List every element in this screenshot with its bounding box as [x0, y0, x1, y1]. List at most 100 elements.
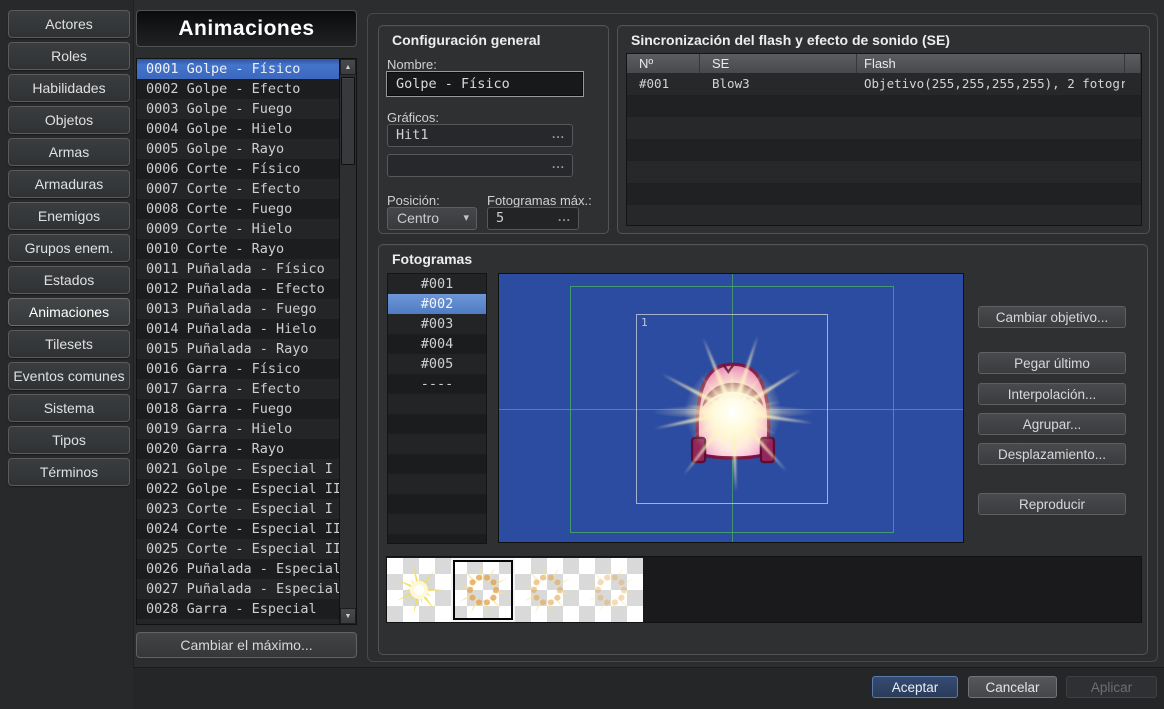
group-title: Sincronización del flash y efecto de son…: [631, 32, 950, 48]
cell-thumbnail-1[interactable]: [387, 558, 451, 622]
chevron-down-icon: ▾: [463, 208, 469, 229]
animation-list-item[interactable]: 0026 Puñalada - Especial I: [137, 559, 340, 579]
animation-list-item[interactable]: 0019 Garra - Hielo: [137, 419, 340, 439]
sidebar-item-tipos[interactable]: Tipos: [8, 426, 130, 454]
max-frames-field[interactable]: 5 ...: [487, 207, 579, 230]
sidebar-item-enemigos[interactable]: Enemigos: [8, 202, 130, 230]
scrollbar-down-icon[interactable]: ▼: [340, 608, 356, 624]
database-category-sidebar: Actores Roles Habilidades Objetos Armas Armad…: [8, 10, 130, 486]
interpolate-button[interactable]: Interpolación...: [978, 383, 1126, 405]
animation-list-item[interactable]: 0017 Garra - Efecto: [137, 379, 340, 399]
graphic2-field[interactable]: ...: [387, 154, 573, 177]
position-value: Centro: [397, 210, 439, 226]
animation-list-item[interactable]: 0020 Garra - Rayo: [137, 439, 340, 459]
cell-thumbnail-2[interactable]: [451, 558, 515, 622]
scrollbar-thumb[interactable]: [341, 77, 355, 165]
graphic1-field[interactable]: Hit1 ...: [387, 124, 573, 147]
graphics-label: Gráficos:: [387, 110, 439, 125]
animation-list-item[interactable]: 0018 Garra - Fuego: [137, 399, 340, 419]
animation-list-item[interactable]: 0013 Puñalada - Fuego: [137, 299, 340, 319]
animation-list-item[interactable]: 0003 Golpe - Fuego: [137, 99, 340, 119]
animation-list[interactable]: 0001 Golpe - Físico0002 Golpe - Efecto00…: [136, 58, 357, 625]
change-target-button[interactable]: Cambiar objetivo...: [978, 306, 1126, 328]
sync-table[interactable]: Nº SE Flash #001Blow3Objetivo(255,255,25…: [626, 53, 1142, 226]
animation-list-item[interactable]: 0009 Corte - Hielo: [137, 219, 340, 239]
sidebar-item-armaduras[interactable]: Armaduras: [8, 170, 130, 198]
sidebar-item-grupos-enem[interactable]: Grupos enem.: [8, 234, 130, 262]
scrollbar-up-icon[interactable]: ▲: [340, 59, 356, 75]
animation-list-item[interactable]: 0008 Corte - Fuego: [137, 199, 340, 219]
animation-list-scrollbar[interactable]: ▲ ▼: [339, 59, 356, 624]
frame-list-item[interactable]: #005: [388, 354, 486, 374]
position-label: Posición:: [387, 193, 440, 208]
group-title: Configuración general: [392, 32, 541, 48]
animation-list-item[interactable]: 0025 Corte - Especial III: [137, 539, 340, 559]
frames-group: Fotogramas #001#002#003#004#005---- 1: [378, 244, 1148, 655]
sync-cell: Objetivo(255,255,255,255), 2 fotogramas: [857, 73, 1125, 95]
animations-database-dialog: Actores Roles Habilidades Objetos Armas Armad…: [0, 0, 1164, 709]
name-label: Nombre:: [387, 57, 437, 72]
animation-list-item[interactable]: 0015 Puñalada - Rayo: [137, 339, 340, 359]
sync-table-row[interactable]: #001Blow3Objetivo(255,255,255,255), 2 fo…: [627, 73, 1141, 95]
sidebar-item-objetos[interactable]: Objetos: [8, 106, 130, 134]
play-button[interactable]: Reproducir: [978, 493, 1126, 515]
sidebar-item-terminos[interactable]: Términos: [8, 458, 130, 486]
animation-canvas[interactable]: 1: [498, 273, 964, 543]
animation-list-item[interactable]: 0023 Corte - Especial I: [137, 499, 340, 519]
sidebar-item-armas[interactable]: Armas: [8, 138, 130, 166]
animation-list-item[interactable]: 0024 Corte - Especial II: [137, 519, 340, 539]
paste-last-button[interactable]: Pegar último: [978, 352, 1126, 374]
animation-list-item[interactable]: 0007 Corte - Efecto: [137, 179, 340, 199]
frame-list-item[interactable]: #004: [388, 334, 486, 354]
max-frames-label: Fotogramas máx.:: [487, 193, 592, 208]
ellipsis-icon: ...: [552, 125, 565, 144]
sidebar-item-eventos-comunes[interactable]: Eventos comunes: [8, 362, 130, 390]
animation-list-item[interactable]: 0028 Garra - Especial: [137, 599, 340, 619]
accept-button[interactable]: Aceptar: [872, 676, 958, 698]
animation-list-item[interactable]: 0001 Golpe - Físico: [137, 59, 340, 79]
change-maximum-button[interactable]: Cambiar el máximo...: [136, 632, 357, 658]
sidebar-item-actores[interactable]: Actores: [8, 10, 130, 38]
sidebar-item-estados[interactable]: Estados: [8, 266, 130, 294]
frame-list-item[interactable]: #003: [388, 314, 486, 334]
animation-cell-sprite[interactable]: [640, 317, 826, 503]
displacement-button[interactable]: Desplazamiento...: [978, 443, 1126, 465]
group-title: Fotogramas: [392, 251, 472, 267]
animation-list-item[interactable]: 0012 Puñalada - Efecto: [137, 279, 340, 299]
frame-list-item[interactable]: #002: [388, 294, 486, 314]
sidebar-item-tilesets[interactable]: Tilesets: [8, 330, 130, 358]
frame-list[interactable]: #001#002#003#004#005----: [387, 273, 487, 544]
cell-thumbnail-3[interactable]: [515, 558, 579, 622]
sync-cell: Blow3: [700, 73, 857, 95]
animation-list-item[interactable]: 0027 Puñalada - Especial II: [137, 579, 340, 599]
group-button[interactable]: Agrupar...: [978, 413, 1126, 435]
sync-table-header: Nº SE Flash: [627, 54, 1141, 73]
sidebar-item-habilidades[interactable]: Habilidades: [8, 74, 130, 102]
animation-list-item[interactable]: 0021 Golpe - Especial I: [137, 459, 340, 479]
column-header-number: Nº: [627, 54, 700, 73]
graphic1-value: Hit1: [396, 127, 429, 143]
general-settings-group: Configuración general Nombre: Golpe - Fí…: [378, 25, 609, 234]
animation-list-item[interactable]: 0005 Golpe - Rayo: [137, 139, 340, 159]
sidebar-item-sistema[interactable]: Sistema: [8, 394, 130, 422]
animation-list-item[interactable]: 0004 Golpe - Hielo: [137, 119, 340, 139]
sidebar-item-roles[interactable]: Roles: [8, 42, 130, 70]
apply-button[interactable]: Aplicar: [1066, 676, 1157, 698]
animation-list-item[interactable]: 0002 Golpe - Efecto: [137, 79, 340, 99]
animation-list-item[interactable]: 0006 Corte - Físico: [137, 159, 340, 179]
cell-thumbnail-4[interactable]: [579, 558, 643, 622]
animation-list-item[interactable]: 0016 Garra - Físico: [137, 359, 340, 379]
sidebar-item-animaciones[interactable]: Animaciones: [8, 298, 130, 326]
page-title: Animaciones: [136, 10, 357, 47]
animation-list-item[interactable]: 0010 Corte - Rayo: [137, 239, 340, 259]
cancel-button[interactable]: Cancelar: [968, 676, 1057, 698]
name-input[interactable]: Golpe - Físico: [387, 72, 583, 96]
frame-list-item[interactable]: ----: [388, 374, 486, 394]
animation-list-item[interactable]: 0022 Golpe - Especial II: [137, 479, 340, 499]
animation-list-item[interactable]: 0011 Puñalada - Físico: [137, 259, 340, 279]
position-select[interactable]: Centro ▾: [387, 207, 477, 230]
animation-list-item[interactable]: 0014 Puñalada - Hielo: [137, 319, 340, 339]
frame-list-item[interactable]: #001: [388, 274, 486, 294]
max-frames-value: 5: [496, 210, 504, 226]
column-header-extra: [1125, 54, 1141, 73]
